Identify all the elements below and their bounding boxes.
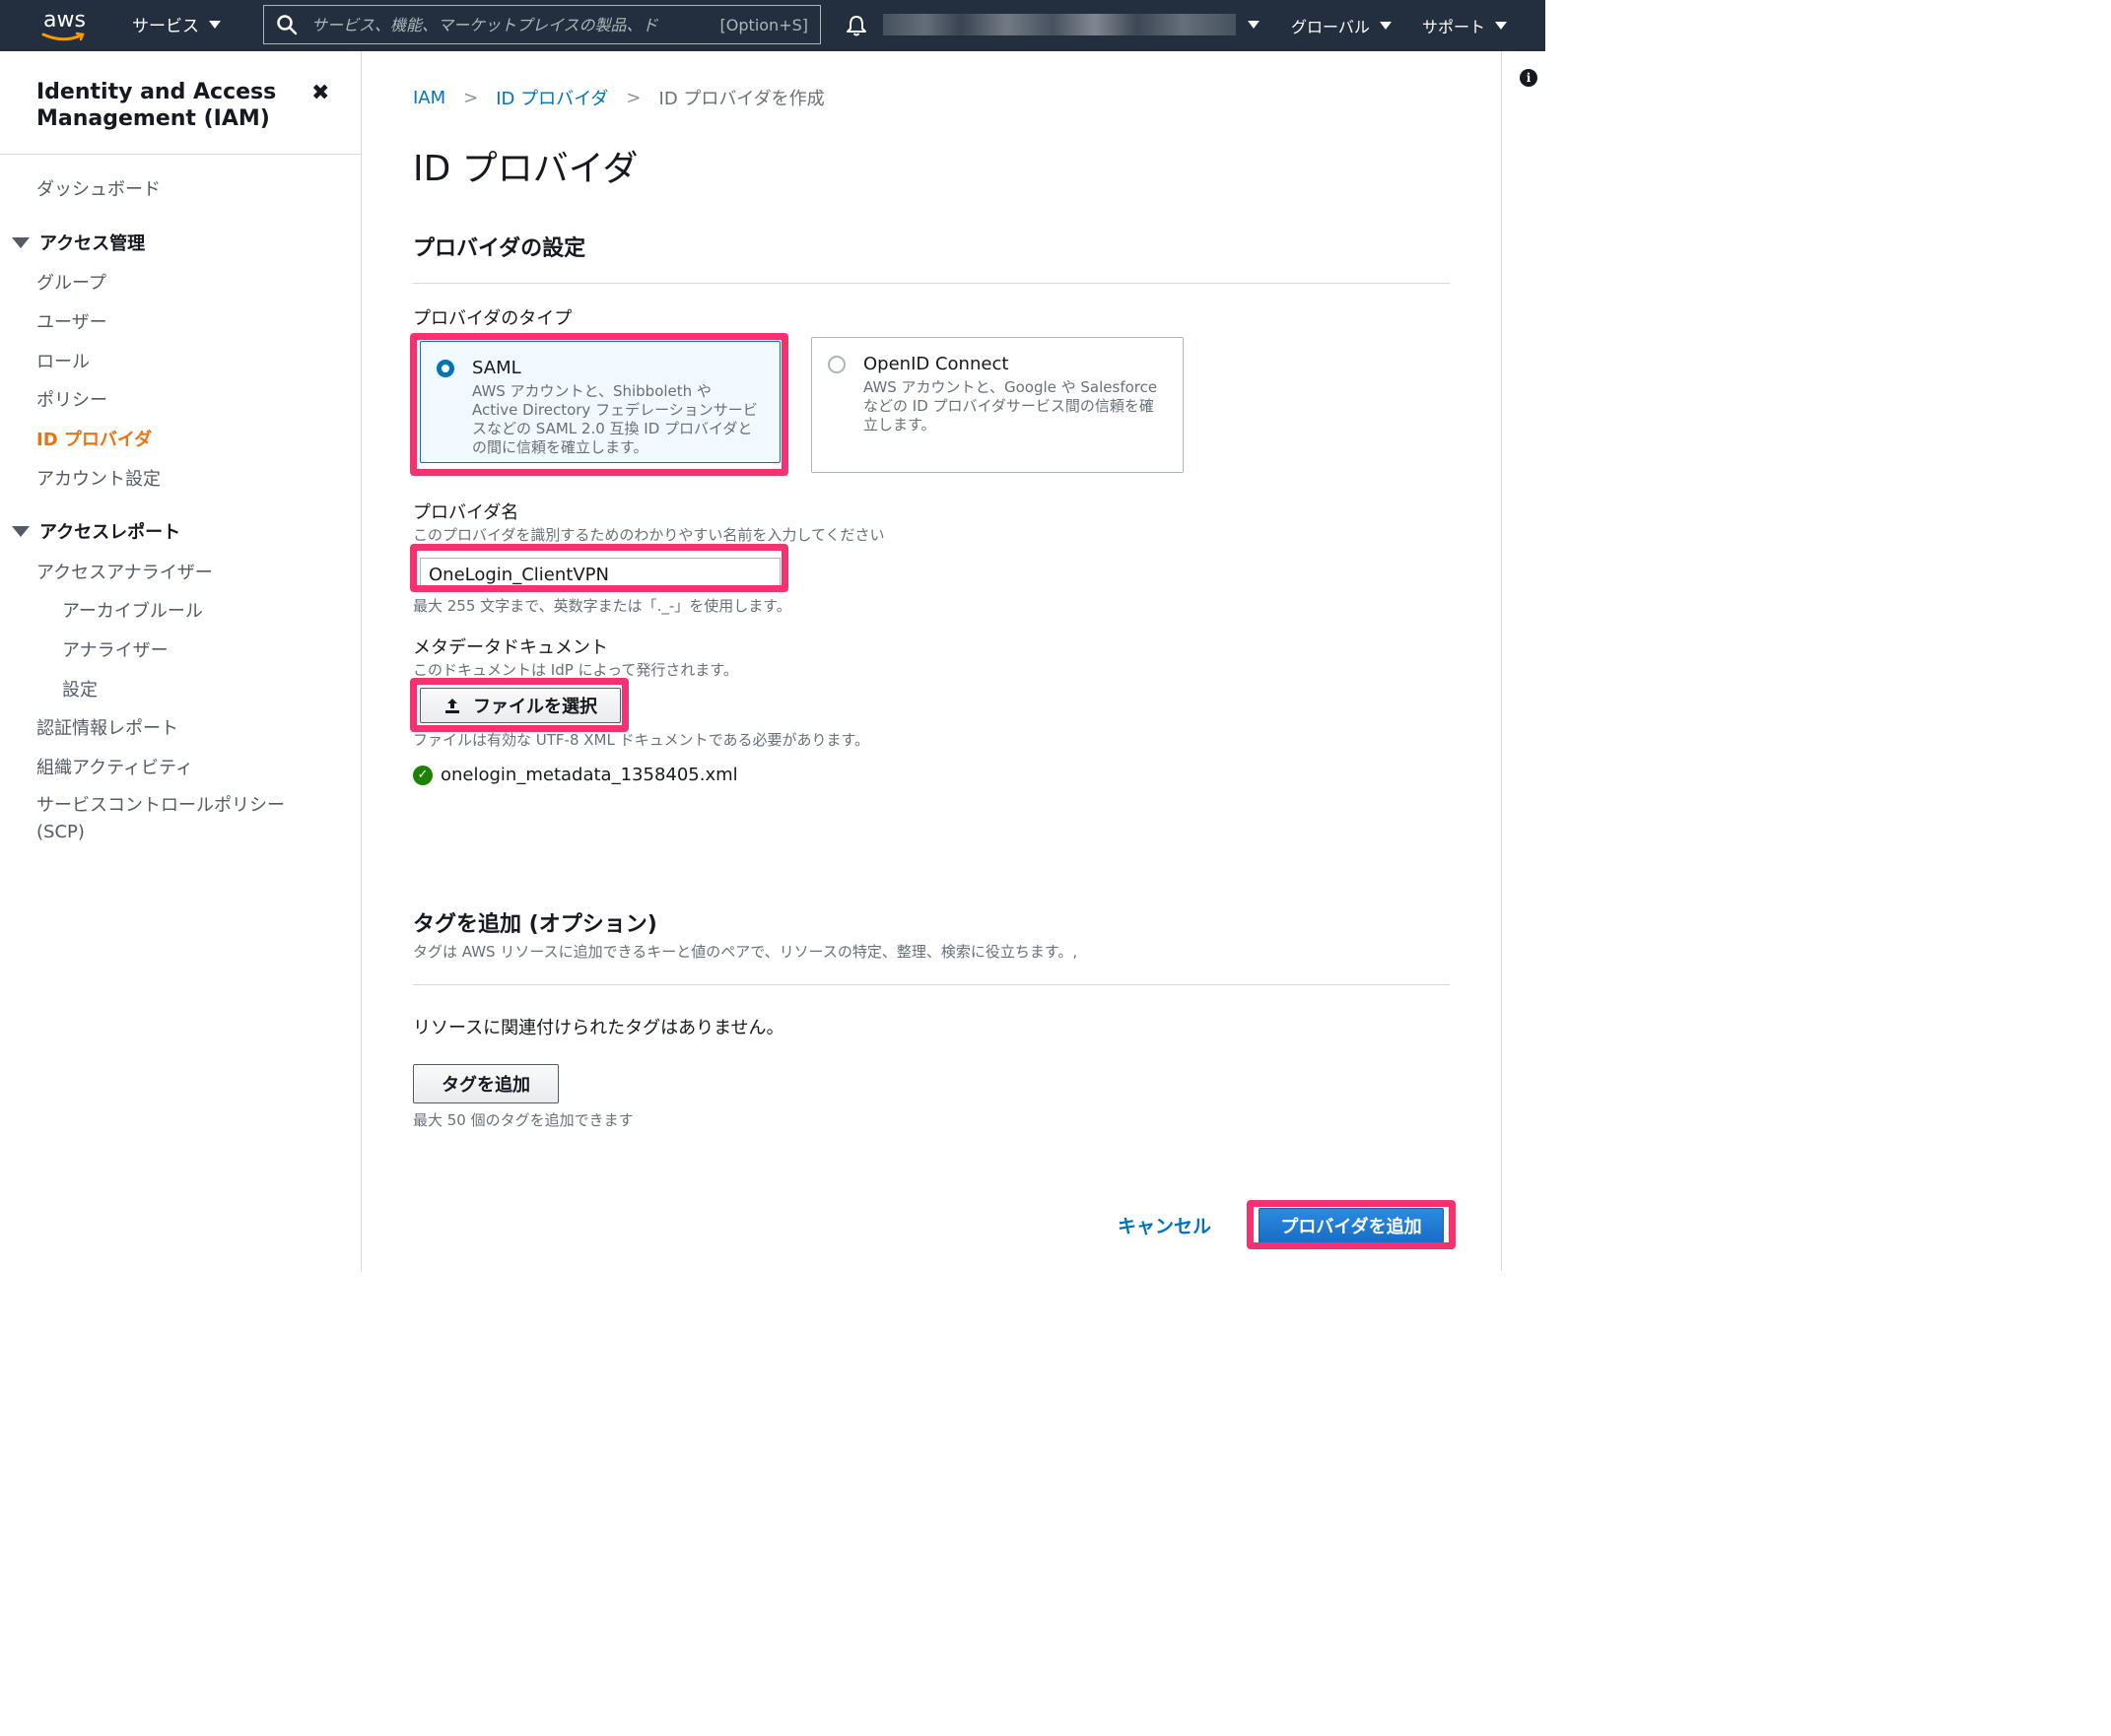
provider-settings-heading: プロバイダの設定 [413,236,586,261]
provider-name-description: このプロバイダを識別するためのわかりやすい名前を入力してください [413,526,885,544]
provider-name-hint: 最大 255 文字まで、英数字または「._-」を使用します。 [413,597,791,615]
search-icon [277,15,298,35]
add-tag-button[interactable]: タグを追加 [413,1064,559,1103]
sidebar-section-access-reports[interactable]: アクセスレポート [12,518,180,544]
sidebar-item-account-settings[interactable]: アカウント設定 [36,465,161,491]
sidebar-item-scp[interactable]: サービスコントロールポリシー (SCP) [36,792,312,845]
saml-radio[interactable] [437,360,454,377]
support-label: サポート [1422,18,1486,36]
region-menu[interactable]: グローバル [1291,14,1392,37]
openid-option-description: AWS アカウントと、Google や Salesforce などの ID プロ… [863,378,1158,434]
top-navigation-bar: aws サービス [Option+S] グローバル サポート [0,0,1545,51]
uploaded-file-name: onelogin_metadata_1358405.xml [441,765,738,785]
choose-file-label: ファイルを選択 [473,697,597,717]
services-label: サービス [132,17,199,36]
sidebar-section-label: アクセスレポート [39,522,181,543]
tag-limit-hint: 最大 50 個のタグを追加できます [413,1111,634,1129]
chevron-right-icon: > [626,87,642,108]
sidebar-item-identity-providers[interactable]: ID プロバイダ [36,426,152,451]
provider-type-openid-option[interactable]: OpenID Connect AWS アカウントと、Google や Sales… [811,337,1184,473]
saml-option-description: AWS アカウントと、Shibboleth や Active Directory… [472,382,758,456]
file-requirement-hint: ファイルは有効な UTF-8 XML ドキュメントである必要があります。 [413,731,869,749]
search-shortcut: [Option+S] [719,15,808,34]
sidebar-item-users[interactable]: ユーザー [36,308,107,334]
support-menu[interactable]: サポート [1422,14,1508,37]
breadcrumb-iam[interactable]: IAM [413,88,445,108]
provider-name-input[interactable] [420,558,781,591]
search-input[interactable] [311,15,713,34]
chevron-down-icon [1248,21,1260,29]
info-icon[interactable]: i [1520,69,1537,87]
section-divider [413,283,1450,284]
provider-name-label: プロバイダ名 [413,502,519,523]
breadcrumb: IAM > ID プロバイダ > ID プロバイダを作成 [413,85,825,110]
check-circle-icon: ✓ [413,765,433,785]
add-provider-button[interactable]: プロバイダを追加 [1259,1208,1444,1243]
sidebar-item-policies[interactable]: ポリシー [36,386,107,412]
triangle-down-icon [12,525,30,537]
sidebar-section-access-management[interactable]: アクセス管理 [12,230,145,255]
sidebar-section-label: アクセス管理 [39,234,146,254]
sidebar-item-archive-rules[interactable]: アーカイブルール [62,597,203,623]
no-tags-message: リソースに関連付けられたタグはありません。 [413,1018,784,1038]
uploaded-file-status: ✓ onelogin_metadata_1358405.xml [413,765,738,785]
redacted-account-name [883,14,1236,35]
sidebar-item-organization-activity[interactable]: 組織アクティビティ [36,754,193,779]
sidebar-item-analyzer-settings[interactable]: 設定 [62,676,98,701]
main-content: IAM > ID プロバイダ > ID プロバイダを作成 ID プロバイダ プロ… [363,51,1501,1271]
openid-option-title: OpenID Connect [863,354,1009,374]
aws-smile-icon [41,32,85,41]
sidebar-item-groups[interactable]: グループ [36,269,106,295]
services-menu[interactable]: サービス [132,12,221,36]
chevron-down-icon [209,20,221,29]
bell-icon [847,16,866,36]
metadata-document-description: このドキュメントは IdP によって発行されます。 [413,661,738,679]
aws-logo-text: aws [43,8,86,33]
sidebar-item-credential-report[interactable]: 認証情報レポート [36,714,178,740]
sidebar-item-roles[interactable]: ロール [36,348,90,373]
upload-icon [445,699,459,713]
add-tags-heading: タグを追加 (オプション) [413,912,657,937]
chevron-right-icon: > [463,87,479,108]
help-panel-rail: i [1501,51,1545,1271]
openid-radio[interactable] [828,356,846,373]
chevron-down-icon [1379,22,1392,30]
section-divider [413,984,1450,985]
notifications-button[interactable] [846,14,867,41]
provider-type-saml-option[interactable]: SAML AWS アカウントと、Shibboleth や Active Dire… [420,341,781,463]
iam-sidebar: Identity and Access Management (IAM) ✖ ダ… [0,51,362,1271]
close-icon[interactable]: ✖ [311,81,329,105]
sidebar-divider [0,154,361,155]
add-tags-description: タグは AWS リソースに追加できるキーと値のペアで、リソースの特定、整理、検索… [413,943,1078,961]
breadcrumb-identity-providers[interactable]: ID プロバイダ [496,85,608,110]
choose-file-button[interactable]: ファイルを選択 [420,688,621,723]
triangle-down-icon [12,236,30,248]
sidebar-item-analyzers[interactable]: アナライザー [62,636,169,662]
chevron-down-icon [1495,22,1508,30]
cancel-button[interactable]: キャンセル [1118,1212,1211,1238]
aws-logo[interactable]: aws [39,6,95,45]
sidebar-title: Identity and Access Management (IAM) [36,80,277,131]
breadcrumb-current: ID プロバイダを作成 [658,89,825,109]
global-search[interactable]: [Option+S] [263,5,821,44]
account-menu[interactable] [883,14,1260,35]
metadata-document-label: メタデータドキュメント [413,637,608,658]
sidebar-item-dashboard[interactable]: ダッシュボード [36,175,161,201]
page-title: ID プロバイダ [413,149,639,189]
region-label: グローバル [1291,18,1370,36]
provider-type-label: プロバイダのタイプ [413,308,573,329]
saml-option-title: SAML [472,358,521,378]
sidebar-item-access-analyzer[interactable]: アクセスアナライザー [36,559,213,584]
